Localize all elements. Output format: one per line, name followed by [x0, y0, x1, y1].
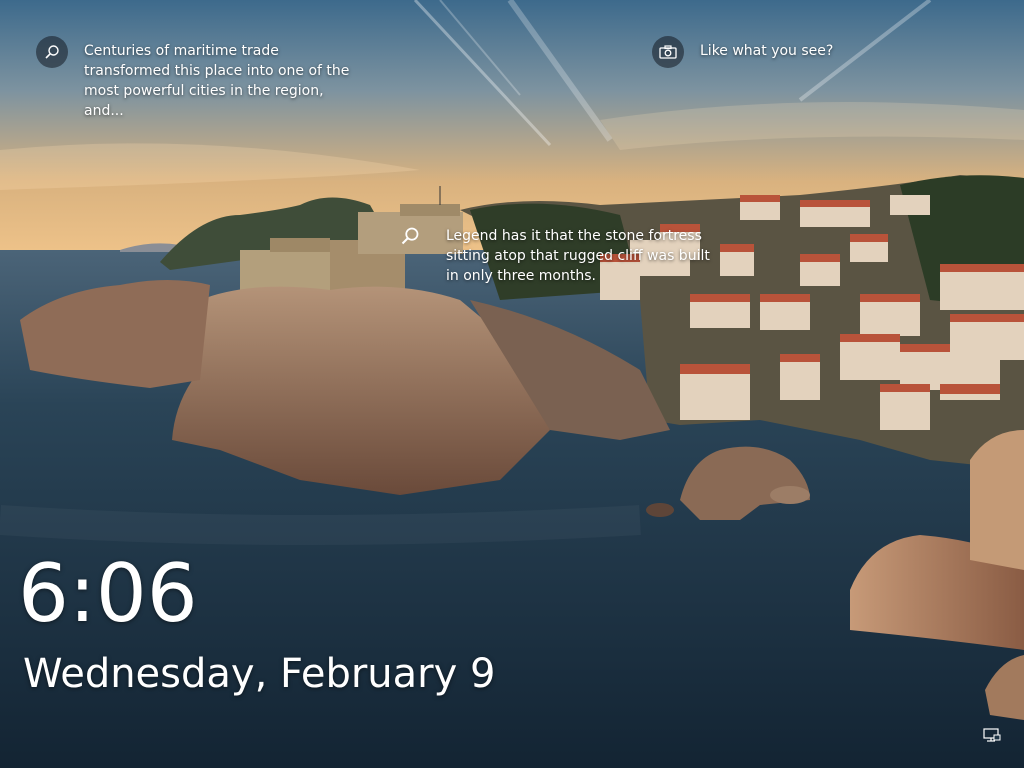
- spotlight-fact-hint[interactable]: Centuries of maritime trade transformed …: [36, 36, 364, 121]
- search-icon: [400, 226, 428, 246]
- like-what-you-see-hint[interactable]: Like what you see?: [652, 36, 833, 68]
- hint-text: Like what you see?: [700, 43, 834, 59]
- camera-icon: [652, 36, 684, 68]
- lockscreen-time: 6:06: [18, 547, 198, 640]
- search-icon: [36, 36, 68, 68]
- lockscreen-date: Wednesday, February 9: [23, 651, 496, 697]
- hint-text: Centuries of maritime trade transformed …: [84, 43, 350, 119]
- network-icon[interactable]: [982, 726, 1002, 746]
- hint-text: Legend has it that the stone fortress si…: [446, 228, 710, 284]
- fortress-fact-hint[interactable]: Legend has it that the stone fortress si…: [400, 226, 716, 286]
